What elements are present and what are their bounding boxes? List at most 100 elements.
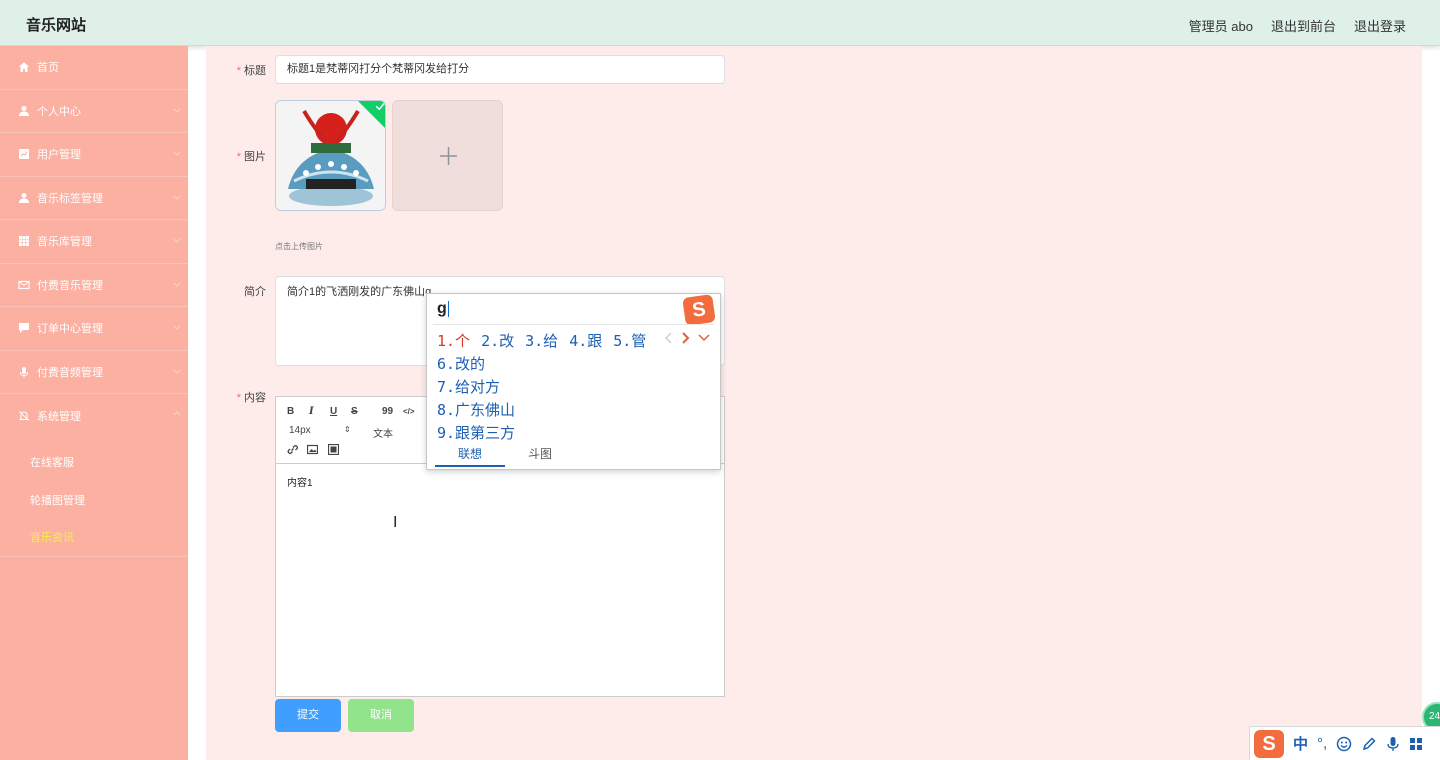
ime-tab-association[interactable]: 联想 [435, 445, 505, 467]
required-mark: * [236, 392, 241, 404]
intro-label: 简介 [244, 286, 266, 298]
sidebar-item-paid-audio[interactable]: 付费音频管理 [0, 351, 188, 394]
text-cursor-icon: I [393, 514, 398, 531]
system-submenu: 在线客服 轮播图管理 音乐资讯 [0, 438, 188, 557]
sidebar-item-label: 个人中心 [37, 105, 81, 118]
uploaded-image-thumbnail[interactable] [275, 100, 386, 211]
intro-text: 简介1的飞洒刚发的广东佛山g [287, 286, 432, 298]
sogou-logo-icon[interactable]: S [1254, 729, 1284, 758]
blockquote-button[interactable]: 99 [382, 406, 393, 417]
sidebar-item-music-tags[interactable]: 音乐标签管理 [0, 177, 188, 220]
emoji-icon[interactable] [1336, 736, 1352, 752]
ime-caret [447, 300, 449, 317]
header-actions: 管理员 abo 退出到前台 退出登录 [1189, 16, 1406, 35]
italic-button[interactable]: I [309, 406, 314, 417]
required-mark: * [236, 65, 241, 77]
user-icon [19, 105, 29, 116]
pen-icon[interactable] [1361, 736, 1377, 752]
home-icon [19, 62, 29, 73]
ime-candidate[interactable]: 5.管 [613, 330, 646, 351]
sidebar-subitem-carousel[interactable]: 轮播图管理 [0, 481, 188, 519]
upload-tip: 点击上传图片 [275, 242, 323, 251]
ime-candidate[interactable]: 3.给 [525, 330, 558, 351]
sidebar-item-orders[interactable]: 订单中心管理 [0, 307, 188, 351]
chevron-up-icon [173, 411, 181, 416]
ime-candidate-popup: g S 1.个 2.改 3.给 4.跟 5.管 6.改的 7.给对方 8.广东佛… [426, 293, 721, 470]
sidebar-item-home[interactable]: 首页 [0, 46, 188, 90]
sidebar-item-label: 付费音乐管理 [37, 279, 103, 292]
ime-candidate[interactable]: 7.给对方 [437, 376, 515, 399]
ime-status-bar: S 中 °, [1249, 726, 1440, 760]
sidebar-item-profile[interactable]: 个人中心 [0, 90, 188, 133]
sidebar-item-label: 用户管理 [37, 149, 81, 162]
sidebar-item-label: 音乐库管理 [37, 236, 92, 249]
chevron-down-icon [173, 195, 181, 200]
select-arrow-icon: ⇕ [344, 425, 351, 434]
link-icon[interactable] [287, 444, 298, 455]
chevron-down-icon [173, 325, 181, 330]
ime-composition: g [437, 300, 449, 317]
sidebar-item-paid-music[interactable]: 付费音乐管理 [0, 264, 188, 307]
required-mark: * [236, 151, 241, 163]
toolbox-grid-icon[interactable] [1409, 737, 1423, 751]
chevron-down-icon [173, 369, 181, 374]
ime-candidate[interactable]: 1.个 [437, 330, 470, 351]
check-icon [375, 102, 385, 111]
submit-button[interactable]: 提交 [275, 699, 341, 732]
sidebar-item-label: 音乐标签管理 [37, 192, 103, 205]
sidebar-item-label: 订单中心管理 [37, 323, 103, 336]
sidebar-subitem-music-news[interactable]: 音乐资讯 [0, 519, 188, 557]
image-icon[interactable] [307, 444, 318, 455]
chevron-down-icon [173, 108, 181, 113]
upload-image-button[interactable] [392, 100, 503, 211]
ime-tab-sticker[interactable]: 斗图 [505, 445, 575, 467]
ime-candidate[interactable]: 4.跟 [569, 330, 602, 351]
user-icon [19, 192, 29, 203]
ime-candidate[interactable]: 6.改的 [437, 353, 515, 376]
bold-button[interactable]: B [287, 406, 294, 417]
opera-headdress-image [276, 101, 385, 210]
ime-divider [433, 324, 714, 325]
sidebar-subitem-online-service[interactable]: 在线客服 [0, 444, 188, 482]
video-icon[interactable] [328, 444, 339, 455]
chevron-right-icon[interactable] [681, 332, 690, 344]
front-link[interactable]: 退出到前台 [1271, 16, 1336, 35]
sidebar-item-users[interactable]: 用户管理 [0, 133, 188, 177]
lang-toggle[interactable]: 中 [1293, 733, 1308, 754]
punctuation-toggle[interactable]: °, [1317, 735, 1327, 752]
ime-nav [664, 332, 710, 344]
cancel-button[interactable]: 取消 [348, 699, 414, 732]
image-label: * 图片 [236, 151, 266, 163]
content-label: * 内容 [236, 392, 266, 404]
user-label: 管理员 abo [1188, 19, 1253, 34]
site-title: 音乐网站 [26, 17, 87, 34]
title-input[interactable]: 标题1是梵蒂冈打分个梵蒂冈发给打分 [275, 55, 725, 84]
sidebar-item-music-library[interactable]: 音乐库管理 [0, 220, 188, 264]
ime-tabs: 联想 斗图 [435, 445, 575, 467]
sidebar-item-system[interactable]: 系统管理 [0, 394, 188, 438]
sidebar-item-label: 首页 [37, 62, 59, 75]
chevron-down-icon [173, 238, 181, 243]
font-size-select[interactable]: 14px [289, 425, 311, 436]
logout-link[interactable]: 退出登录 [1354, 16, 1406, 35]
top-header: 音乐网站 管理员 abo 退出到前台 退出登录 [0, 0, 1440, 46]
chevron-down-icon [173, 282, 181, 287]
microphone-icon[interactable] [1386, 736, 1400, 752]
chevron-down-icon[interactable] [698, 332, 710, 344]
ime-candidate[interactable]: 2.改 [481, 330, 514, 351]
chat-icon [19, 323, 29, 334]
bell-off-icon [18, 410, 30, 421]
mail-icon [18, 280, 30, 289]
chevron-left-icon[interactable] [664, 332, 673, 344]
chevron-down-icon [173, 151, 181, 156]
ime-candidate[interactable]: 9.跟第三方 [437, 422, 515, 445]
underline-button[interactable]: U [330, 406, 337, 417]
sogou-logo-icon: S [682, 294, 716, 326]
code-button[interactable]: </> [403, 407, 415, 416]
strike-button[interactable]: S [351, 406, 358, 417]
text-type-select[interactable]: 文本 [373, 425, 393, 440]
plus-icon [440, 147, 457, 165]
grid-icon [19, 236, 29, 247]
sidebar: 首页 个人中心 用户管理 音乐标签管理 音乐库管理 付费音乐管理 订单中心管理 … [0, 46, 188, 760]
ime-candidate[interactable]: 8.广东佛山 [437, 399, 515, 422]
